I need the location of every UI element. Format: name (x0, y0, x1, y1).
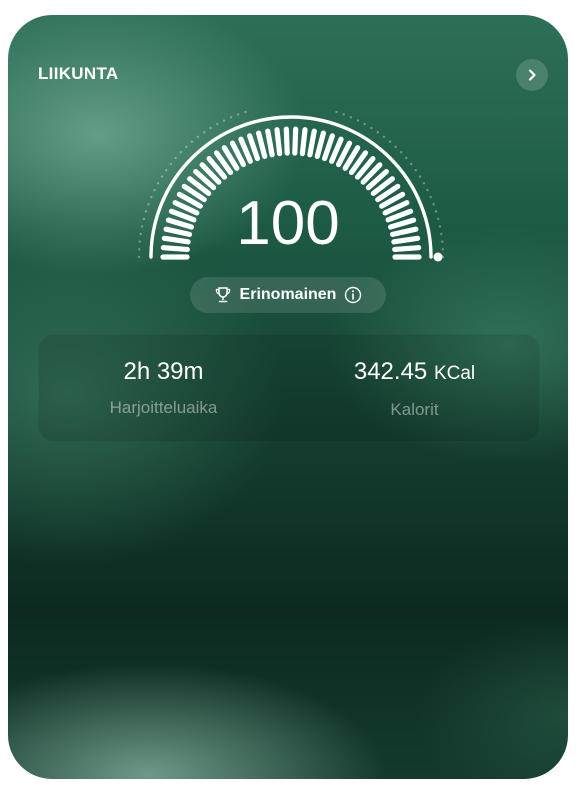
gauge-dot (153, 188, 156, 192)
trophy-icon (215, 287, 230, 303)
gauge-dot (434, 210, 438, 213)
exercise-card: LIIKUNTA 100 Erinomainen 2h 39m Harjoitt… (8, 15, 568, 779)
gauge-dot (140, 225, 144, 228)
gauge-dot (209, 126, 212, 130)
gauge-dot (216, 122, 219, 126)
gauge-dot (156, 182, 160, 185)
gauge-dot (138, 240, 141, 243)
gauge-dot (409, 162, 413, 166)
gauge-tick (265, 128, 275, 158)
gauge-tick (391, 235, 421, 245)
gauge-dot (190, 140, 194, 143)
gauge-tick (314, 130, 326, 159)
calories-value: 342.45 (353, 358, 428, 385)
gauge-dot (441, 240, 444, 243)
gauge-tick (274, 127, 283, 157)
gauge-dot (388, 140, 392, 143)
gauge-dot (139, 232, 142, 236)
gauge-dot (370, 126, 373, 130)
gauge-indicator (433, 252, 443, 262)
calories-unit: KCal (433, 363, 476, 384)
calories-value-row: 342.45 KCal (289, 356, 540, 390)
gauge-dot (137, 255, 141, 259)
gauge-dot (142, 217, 146, 221)
gauge-tick (387, 217, 417, 230)
gauge-tick (307, 128, 317, 158)
gauge-dot (426, 188, 429, 192)
gauge-dot (418, 175, 422, 178)
gauge-dot (441, 248, 445, 251)
gauge-dot (382, 135, 386, 139)
gauge-dot (147, 203, 150, 206)
duration-value: 2h 39m (123, 358, 204, 385)
gauge-dot (179, 151, 183, 154)
gauge-dot (394, 145, 397, 149)
gauge-dot (244, 111, 247, 114)
gauge-dot (222, 119, 226, 122)
duration-label: Harjoitteluaika (109, 398, 218, 417)
gauge-dot (399, 151, 403, 154)
gauge-tick (160, 245, 190, 253)
gauge-tick (161, 235, 191, 245)
calories-stat: 342.45 KCal Kalorit (289, 356, 540, 420)
gauge-dot (440, 232, 443, 236)
gauge-dot (342, 113, 345, 116)
calories-label: Kalorit (390, 400, 439, 419)
gauge-dot (174, 156, 177, 160)
gauge-dot (356, 119, 360, 122)
gauge-dot (414, 168, 417, 172)
gauge-tick (163, 226, 193, 237)
rating-badge[interactable]: Erinomainen (190, 277, 386, 313)
gauge-dot (185, 145, 188, 149)
rating-label: Erinomainen (239, 286, 337, 303)
gauge-dot (363, 122, 366, 126)
gauge-dot (160, 175, 164, 178)
gauge-tick (256, 130, 268, 159)
gauge-dot (438, 225, 442, 228)
card-title: LIIKUNTA (38, 64, 119, 83)
score-value: 100 (236, 189, 340, 258)
gauge-tick (292, 126, 299, 156)
duration-stat: 2h 39m Harjoitteluaika (38, 356, 289, 418)
next-button[interactable] (516, 59, 548, 91)
gauge-dot (150, 195, 153, 199)
gauge-dot (432, 203, 435, 206)
gauge-dot (422, 182, 426, 185)
chevron-right-icon (528, 69, 536, 81)
gauge-dot (229, 116, 233, 119)
gauge-dot (429, 195, 432, 199)
gauge-tick (321, 133, 335, 162)
gauge-dot (144, 210, 148, 213)
gauge-dot (165, 168, 168, 172)
gauge-dot (405, 156, 408, 160)
gauge-dot (376, 131, 380, 134)
gauge-dot (349, 116, 353, 119)
gauge-dot (237, 113, 240, 116)
gauge-dot (436, 217, 440, 221)
gauge-dot (169, 162, 173, 166)
gauge-dot (137, 248, 141, 251)
gauge-dot (335, 111, 338, 114)
gauge-dot (196, 135, 200, 139)
info-icon[interactable] (344, 286, 362, 304)
gauge-tick (283, 126, 290, 156)
gauge-dot (202, 131, 206, 134)
gauge-tick (299, 127, 308, 157)
stats-panel: 2h 39m Harjoitteluaika 342.45 KCal Kalor… (38, 334, 540, 442)
gauge-tick (392, 245, 422, 253)
gauge-tick (389, 226, 419, 237)
gauge-tick (247, 133, 261, 162)
